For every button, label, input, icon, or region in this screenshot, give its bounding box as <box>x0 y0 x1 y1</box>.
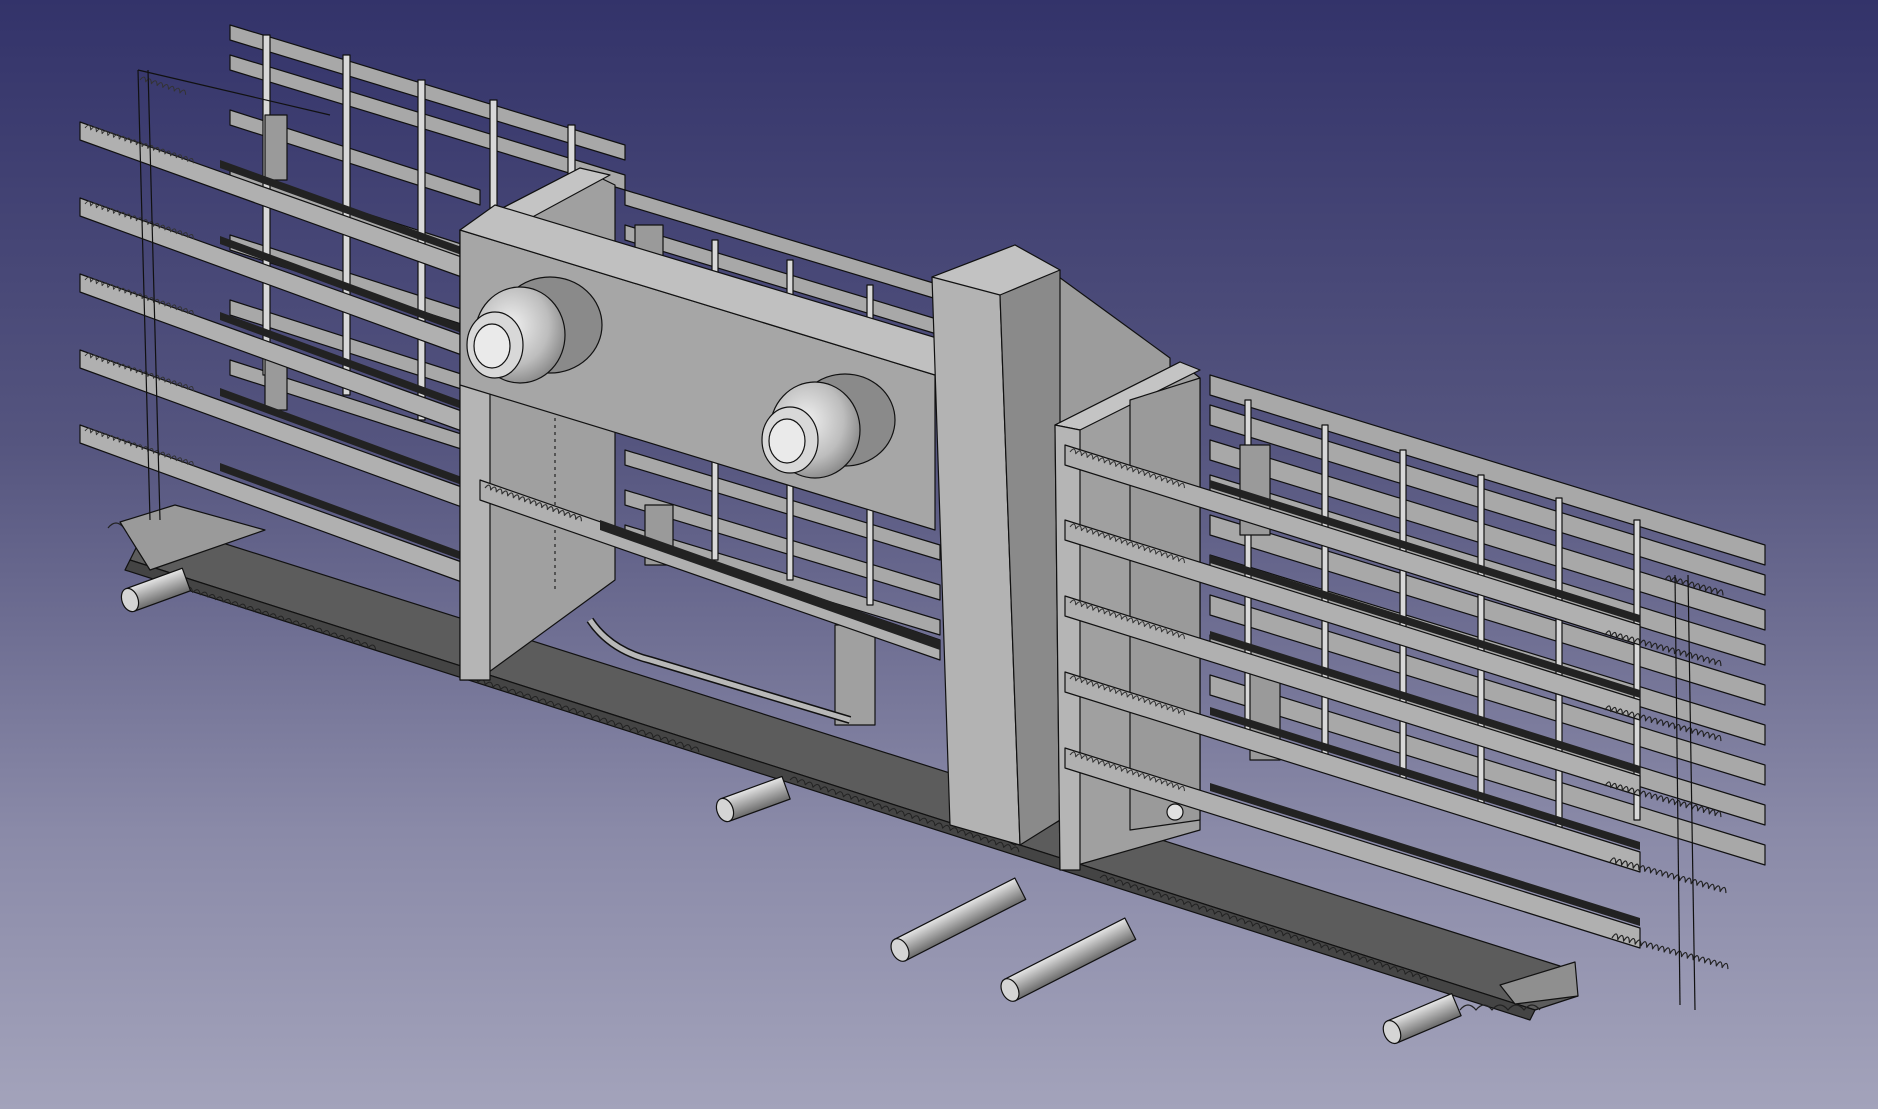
cad-model[interactable] <box>0 0 1878 1109</box>
3d-viewport[interactable] <box>0 0 1878 1109</box>
conveyor-belt <box>107 504 1579 1021</box>
support-rods <box>120 567 1462 1045</box>
right-rear-rack <box>1209 374 1766 866</box>
